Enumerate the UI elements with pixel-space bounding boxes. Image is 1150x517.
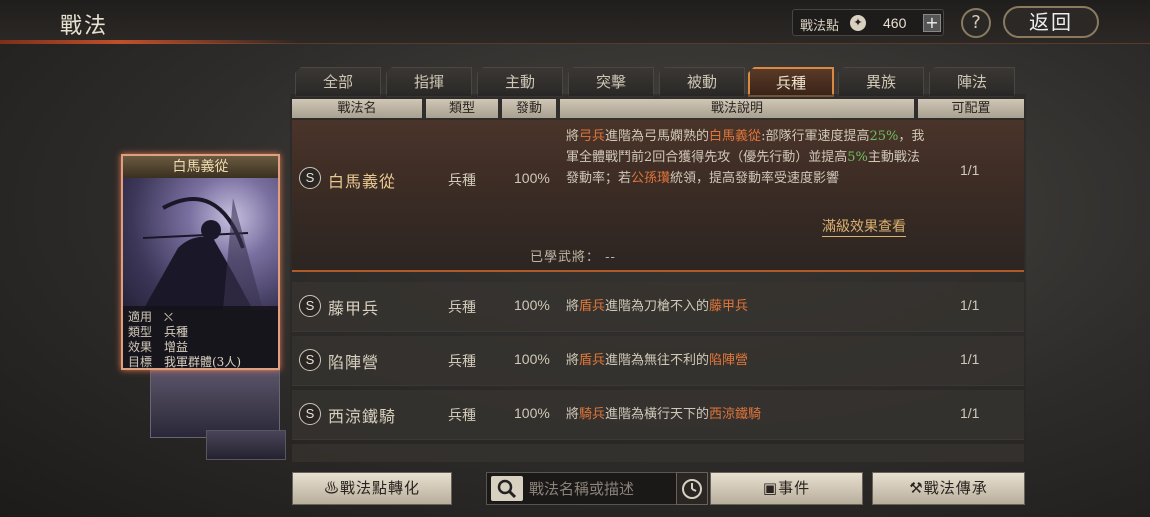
table-row[interactable]: S 陷陣營 兵種 100% 將盾兵進階為無往不利的陷陣營 1/1 bbox=[292, 336, 1024, 386]
highlighted-term: 陷陣營 bbox=[709, 353, 749, 368]
description-text: 將 bbox=[566, 129, 580, 144]
selected-tactic-card[interactable]: 白馬義從 適用 ⛌ 類型 兵種 效果 增益 目標 我軍群體(3人) bbox=[121, 154, 280, 370]
tab-all[interactable]: 全部 bbox=[295, 67, 381, 97]
learned-label: 已學武將： bbox=[530, 250, 601, 265]
description-text: 進階為弓馬嫻熟的 bbox=[605, 129, 710, 144]
search-box bbox=[486, 472, 708, 505]
tactic-rate: 100% bbox=[514, 405, 550, 421]
tactic-points-display: 戰法點 ✦ 460 + bbox=[792, 9, 944, 36]
tactic-points-value: 460 bbox=[883, 15, 907, 31]
grade-badge: S bbox=[299, 349, 321, 371]
highlighted-term: 25% bbox=[869, 129, 899, 144]
tactic-config: 1/1 bbox=[960, 351, 980, 367]
tactics-list: S 白馬義從 兵種 100% 將弓兵進階為弓馬嫻熟的白馬義從:部隊行軍速度提高2… bbox=[292, 120, 1024, 462]
tab-command[interactable]: 指揮 bbox=[386, 67, 472, 97]
column-header-config[interactable]: 可配置 bbox=[918, 99, 1024, 118]
search-input[interactable] bbox=[529, 478, 669, 500]
description-text: 將 bbox=[566, 299, 580, 314]
tactic-description: 將騎兵進階為橫行天下的西涼鐵騎 bbox=[566, 404, 926, 425]
tactic-name: 藤甲兵 bbox=[328, 299, 380, 318]
tactic-type: 兵種 bbox=[448, 173, 476, 189]
tactic-rate: 100% bbox=[514, 351, 550, 367]
help-button[interactable]: ? bbox=[961, 8, 991, 38]
tactic-type: 兵種 bbox=[448, 354, 476, 370]
grade-badge: S bbox=[299, 167, 321, 189]
tactic-description: 將盾兵進階為無往不利的陷陣營 bbox=[566, 350, 926, 371]
description-text: 將 bbox=[566, 407, 580, 422]
full-effect-link[interactable]: 滿級效果查看 bbox=[822, 216, 906, 237]
tab-active[interactable]: 主動 bbox=[477, 67, 563, 97]
description-text: 進階為無往不利的 bbox=[605, 353, 710, 368]
tactic-type: 兵種 bbox=[448, 300, 476, 316]
card-stack-back bbox=[206, 430, 286, 460]
learned-value: -- bbox=[605, 250, 616, 265]
highlighted-term: 公孫瓚 bbox=[631, 171, 671, 186]
grade-badge: S bbox=[299, 403, 321, 425]
highlighted-term: 弓兵 bbox=[579, 129, 606, 144]
description-text: 統領，提高發動率受速度影響 bbox=[670, 171, 840, 186]
tactic-config: 1/1 bbox=[960, 162, 980, 178]
tactic-points-label: 戰法點 bbox=[800, 19, 840, 34]
tab-troop-type[interactable]: 兵種 bbox=[748, 67, 834, 97]
table-row[interactable] bbox=[292, 444, 1024, 462]
tactic-config: 1/1 bbox=[960, 405, 980, 421]
highlighted-term: 白馬義從 bbox=[709, 129, 762, 144]
card-title: 白馬義從 bbox=[123, 156, 278, 178]
highlighted-term: 5% bbox=[847, 150, 868, 165]
tab-passive[interactable]: 被動 bbox=[659, 67, 745, 97]
flame-icon: ✦ bbox=[850, 15, 866, 31]
card-stack-back bbox=[150, 370, 280, 438]
table-row[interactable]: S 藤甲兵 兵種 100% 將盾兵進階為刀槍不入的藤甲兵 1/1 bbox=[292, 282, 1024, 332]
clock-icon[interactable] bbox=[676, 472, 708, 505]
hammer-icon: ⚒ bbox=[909, 479, 924, 497]
tab-assault[interactable]: 突擊 bbox=[568, 67, 654, 97]
inherit-button[interactable]: ⚒戰法傳承 bbox=[872, 472, 1025, 505]
tactic-rate: 100% bbox=[514, 170, 550, 186]
back-button[interactable]: 返回 bbox=[1003, 6, 1099, 38]
tactic-type: 兵種 bbox=[448, 408, 476, 424]
description-text: :部隊行軍速度提高 bbox=[761, 129, 870, 144]
top-bar: 戰法 戰法點 ✦ 460 + ? 返回 bbox=[0, 0, 1150, 44]
convert-points-button[interactable]: ♨戰法點轉化 bbox=[292, 472, 452, 505]
column-header-description: 戰法說明 bbox=[560, 99, 914, 118]
tab-formation[interactable]: 陣法 bbox=[929, 67, 1015, 97]
learned-generals: 已學武將： -- bbox=[530, 246, 616, 265]
description-text: 進階為橫行天下的 bbox=[605, 407, 710, 422]
search-icon[interactable] bbox=[491, 476, 523, 501]
table-row[interactable]: S 西涼鐵騎 兵種 100% 將騎兵進階為橫行天下的西涼鐵騎 1/1 bbox=[292, 390, 1024, 440]
tactic-name: 陷陣營 bbox=[328, 353, 380, 372]
archer-illustration bbox=[123, 178, 278, 310]
title-underline bbox=[0, 40, 300, 44]
card-info-target: 目標 我軍群體(3人) bbox=[128, 355, 241, 369]
highlighted-term: 盾兵 bbox=[579, 353, 606, 368]
description-text: 進階為刀槍不入的 bbox=[605, 299, 710, 314]
table-row[interactable]: S 白馬義從 兵種 100% 將弓兵進階為弓馬嫻熟的白馬義從:部隊行軍速度提高2… bbox=[292, 120, 1024, 272]
tab-foreign[interactable]: 異族 bbox=[838, 67, 924, 97]
column-header-rate[interactable]: 發動 bbox=[502, 99, 556, 118]
event-button[interactable]: ▣事件 bbox=[710, 472, 863, 505]
highlighted-term: 騎兵 bbox=[579, 407, 606, 422]
event-icon: ▣ bbox=[762, 479, 779, 497]
tactic-description: 將弓兵進階為弓馬嫻熟的白馬義從:部隊行軍速度提高25%，我軍全體戰鬥前2回合獲得… bbox=[566, 126, 926, 189]
highlighted-term: 藤甲兵 bbox=[709, 299, 749, 314]
tactic-description: 將盾兵進階為刀槍不入的藤甲兵 bbox=[566, 296, 926, 317]
card-info: 適用 ⛌ 類型 兵種 效果 增益 目標 我軍群體(3人) bbox=[123, 306, 278, 369]
highlighted-term: 西涼鐵騎 bbox=[709, 407, 762, 422]
description-text: 將 bbox=[566, 353, 580, 368]
grade-badge: S bbox=[299, 295, 321, 317]
tactic-name: 白馬義從 bbox=[328, 172, 397, 191]
page-title: 戰法 bbox=[60, 14, 109, 39]
tactic-name: 西涼鐵騎 bbox=[328, 407, 397, 426]
add-points-button[interactable]: + bbox=[923, 14, 941, 32]
highlighted-term: 盾兵 bbox=[579, 299, 606, 314]
column-header-type[interactable]: 類型 bbox=[426, 99, 498, 118]
tactic-config: 1/1 bbox=[960, 297, 980, 313]
tactic-rate: 100% bbox=[514, 297, 550, 313]
column-header-name[interactable]: 戰法名 bbox=[292, 99, 422, 118]
flame-icon: ♨ bbox=[323, 479, 340, 497]
no-restriction-icon: ⛌ bbox=[164, 310, 173, 324]
